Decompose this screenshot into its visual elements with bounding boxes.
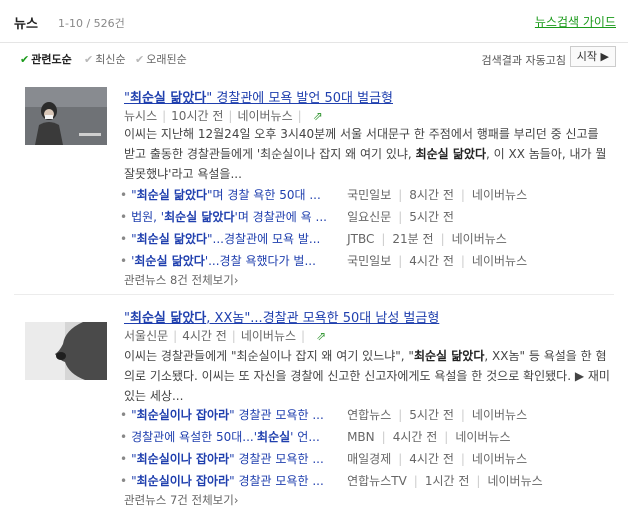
sort-relevance[interactable]: ✔ 관련도순 bbox=[20, 51, 72, 67]
sort-bar: ✔ 관련도순 ✔ 최신순 ✔ 오래된순 검색결과 자동고침 시작 ▶ bbox=[0, 43, 628, 73]
article-source[interactable]: 서울신문 bbox=[124, 329, 168, 343]
related-news-item[interactable]: • 법원, '최순실 닮았다'며 경찰관에 욕 ... 일요신문 | 5시간 전 bbox=[120, 208, 620, 225]
related-news-more-link[interactable]: 관련뉴스 7건 전체보기› bbox=[124, 492, 238, 508]
share-icon[interactable]: ⇗ bbox=[316, 329, 326, 343]
share-icon[interactable]: ⇗ bbox=[313, 109, 323, 123]
news-search-guide-link[interactable]: 뉴스검색 가이드 bbox=[535, 13, 616, 30]
naver-news-link[interactable]: 네이버뉴스 bbox=[237, 109, 292, 123]
naver-news-link[interactable]: 네이버뉴스 bbox=[241, 329, 296, 343]
related-news-item[interactable]: • "최순실이나 잡아라" 경찰관 모욕한 ... 연합뉴스 | 5시간 전 | 네이버뉴스 bbox=[120, 406, 620, 423]
result-count: 1-10 / 526건 bbox=[58, 17, 125, 30]
related-news-item[interactable]: • "최순실 닮았다"...경찰관에 모욕 발... JTBC | 21분 전 | 네이버뉴… bbox=[120, 230, 620, 247]
auto-refresh-start-button[interactable]: 시작 ▶ bbox=[569, 46, 616, 67]
related-news-item[interactable]: • "최순실 닮았다"며 경찰 욕한 50대 ... 국민일보 | 8시간 전 | 네이버뉴… bbox=[120, 186, 620, 203]
related-news-more-link[interactable]: 관련뉴스 8건 전체보기› bbox=[124, 272, 238, 288]
check-icon: ✔ bbox=[20, 53, 30, 66]
check-icon: ✔ bbox=[84, 53, 94, 66]
article-source[interactable]: 뉴시스 bbox=[124, 109, 157, 123]
sort-oldest[interactable]: ✔ 오래된순 bbox=[135, 51, 187, 67]
news-article: "최순실 닮았다" 경찰관에 모욕 발언 50대 벌금형 뉴시스 | 10시간 전 |… bbox=[0, 72, 628, 292]
auto-refresh-label: 검색결과 자동고침 bbox=[481, 54, 566, 67]
sort-latest[interactable]: ✔ 최신순 bbox=[84, 51, 126, 67]
article-time: 4시간 전 bbox=[182, 329, 227, 343]
article-meta: 서울신문 | 4시간 전 | 네이버뉴스 | ⇗ bbox=[124, 329, 327, 343]
article-title-link[interactable]: "최순실 닮았다, XX놈"...경찰관 모욕한 50대 남성 벌금형 bbox=[124, 307, 439, 326]
related-news-item[interactable]: • "최순실이나 잡아라" 경찰관 모욕한 ... 연합뉴스TV | 1시간 전 | 네이버… bbox=[120, 472, 620, 489]
article-description: 이씨는 경찰관들에게 "최순실이나 잡지 왜 여기 있느냐", "최순실 닮았다… bbox=[124, 349, 610, 403]
section-title: 뉴스 bbox=[14, 17, 38, 32]
article-title-link[interactable]: "최순실 닮았다" 경찰관에 모욕 발언 50대 벌금형 bbox=[124, 87, 393, 106]
article-description: 이씨는 지난해 12월24일 오후 3시40분께 서울 서대문구 한 주점에서 … bbox=[124, 127, 607, 181]
article-thumbnail[interactable] bbox=[25, 322, 107, 380]
article-meta: 뉴시스 | 10시간 전 | 네이버뉴스 | ⇗ bbox=[124, 109, 323, 123]
related-news-item[interactable]: • '최순실 닮았다'...경찰 욕했다가 벌... 국민일보 | 4시간 전 | 네이버뉴… bbox=[120, 252, 620, 269]
related-news-item[interactable]: • 경찰관에 욕설한 50대...'최순실' 언... MBN | 4시간 전 | 네이버뉴… bbox=[120, 428, 620, 445]
related-news-item[interactable]: • "최순실이나 잡아라" 경찰관 모욕한 ... 매일경제 | 4시간 전 | 네이버뉴스 bbox=[120, 450, 620, 467]
divider bbox=[14, 294, 614, 295]
check-icon: ✔ bbox=[135, 53, 145, 66]
article-time: 10시간 전 bbox=[171, 109, 224, 123]
news-article: "최순실 닮았다, XX놈"...경찰관 모욕한 50대 남성 벌금형 서울신문… bbox=[0, 300, 628, 515]
article-thumbnail[interactable] bbox=[25, 87, 107, 145]
news-header: 뉴스 1-10 / 526건 뉴스검색 가이드 bbox=[0, 0, 628, 43]
